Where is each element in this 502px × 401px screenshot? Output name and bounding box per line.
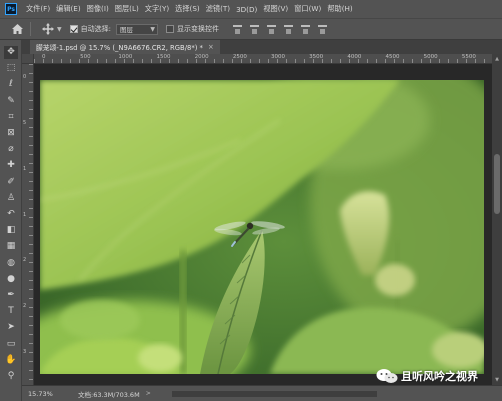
document-canvas-image[interactable] [40, 80, 484, 374]
crop-tool-icon[interactable]: ⌗ [4, 111, 18, 124]
ruler-label: 2000 [194, 54, 209, 60]
brush-tool-icon[interactable]: ✐ [4, 176, 18, 189]
chevron-down-icon[interactable]: ▼ [57, 26, 62, 33]
marquee-tool-icon[interactable]: ⬚ [4, 62, 18, 75]
move-tool-icon[interactable]: ✥ [4, 46, 18, 59]
status-menu-arrow[interactable]: > [146, 390, 151, 397]
align-bottom-icon[interactable] [265, 23, 278, 35]
dodge-tool-icon[interactable]: ● [4, 273, 18, 286]
ruler-top[interactable]: 0 500 1000 1500 2000 2500 3000 3500 4000 4500 5000… [34, 54, 492, 64]
rectangle-tool-icon[interactable]: ▭ [4, 338, 18, 351]
menu-image[interactable]: 图像(I) [84, 4, 112, 14]
auto-select-label: 自动选择: [80, 25, 111, 33]
ruler-label: 0 [42, 54, 46, 60]
menu-bar: Ps 文件(F) 编辑(E) 图像(I) 图层(L) 文字(Y) 选择(S) 滤… [0, 0, 502, 18]
align-horizontal-center-icon[interactable] [299, 23, 312, 35]
menu-type[interactable]: 文字(Y) [142, 4, 172, 14]
menu-filter[interactable]: 滤镜(T) [203, 4, 233, 14]
move-tool-preset-icon[interactable] [41, 22, 55, 36]
scroll-up-icon[interactable]: ▲ [494, 56, 500, 62]
divider [30, 22, 31, 36]
align-left-icon[interactable] [282, 23, 295, 35]
watermark: 且听风吟之视界 [376, 368, 478, 384]
show-transform-checkbox[interactable] [165, 25, 174, 33]
frame-tool-icon[interactable]: ⊠ [4, 127, 18, 140]
ruler-label: 1500 [156, 54, 171, 60]
align-right-icon[interactable] [316, 23, 329, 35]
ruler-label: 3500 [309, 54, 324, 60]
menu-edit[interactable]: 编辑(E) [53, 4, 84, 14]
wechat-logo-icon [376, 369, 398, 383]
zoom-tool-icon[interactable]: ⚲ [4, 370, 18, 383]
ruler-label: 2500 [232, 54, 247, 60]
close-icon[interactable]: × [208, 43, 214, 51]
ruler-label: 4500 [385, 54, 400, 60]
ruler-label: 1 [23, 211, 27, 218]
ruler-label: 0 [23, 74, 27, 80]
photoshop-logo: Ps [5, 3, 17, 15]
ruler-label: 3 [23, 349, 27, 356]
options-bar: ▼ 自动选择: 图层 ▼ 显示变换控件 [0, 18, 502, 40]
document-tab-title: 朦茏颂-1.psd @ 15.7% (_N9A6676.CR2, RGB/8*)… [36, 44, 203, 52]
clone-stamp-tool-icon[interactable]: ♙ [4, 192, 18, 205]
pen-tool-icon[interactable]: ✒ [4, 289, 18, 302]
ruler-label: 5 [23, 119, 27, 126]
ruler-label: 500 [80, 54, 91, 60]
align-top-icon[interactable] [231, 23, 244, 35]
menu-select[interactable]: 选择(S) [172, 4, 203, 14]
ruler-corner[interactable] [22, 54, 34, 64]
blur-tool-icon[interactable]: ◍ [4, 257, 18, 270]
menu-file[interactable]: 文件(F) [23, 4, 53, 14]
auto-select-checkbox[interactable] [69, 25, 78, 33]
menu-help[interactable]: 帮助(H) [324, 4, 355, 14]
healing-brush-tool-icon[interactable]: ✚ [4, 159, 18, 172]
ruler-label: 1 [23, 165, 27, 172]
quick-select-tool-icon[interactable]: ✎ [4, 95, 18, 108]
ruler-label: 5500 [461, 54, 476, 60]
home-icon[interactable] [10, 22, 24, 36]
ruler-left[interactable]: 0 5 1 1 2 2 3 [22, 64, 34, 385]
scroll-down-icon[interactable]: ▼ [494, 377, 500, 383]
align-buttons [229, 23, 331, 35]
lasso-tool-icon[interactable]: ℓ [4, 78, 18, 91]
gradient-tool-icon[interactable]: ▦ [4, 240, 18, 253]
auto-select-target-value: 图层 [119, 26, 133, 34]
menu-window[interactable]: 窗口(W) [291, 4, 324, 14]
show-transform-label: 显示变换控件 [176, 25, 219, 33]
hand-tool-icon[interactable]: ✋ [4, 354, 18, 367]
ruler-label: 2 [23, 303, 27, 310]
history-brush-tool-icon[interactable]: ↶ [4, 208, 18, 221]
ruler-label: 1000 [118, 54, 133, 60]
eraser-tool-icon[interactable]: ◧ [4, 224, 18, 237]
menu-layer[interactable]: 图层(L) [112, 4, 142, 14]
zoom-level[interactable]: 15.73% [28, 390, 68, 398]
chevron-down-icon: ▼ [150, 25, 155, 33]
auto-select-target-dropdown[interactable]: 图层 ▼ [115, 23, 158, 35]
scrollbar-thumb[interactable] [494, 154, 500, 214]
eyedropper-tool-icon[interactable]: ⌀ [4, 143, 18, 156]
ruler-label: 3000 [271, 54, 285, 60]
canvas-workspace[interactable] [34, 64, 492, 385]
document-info[interactable]: 文档:63.3M/703.6M [78, 389, 140, 399]
watermark-text: 且听风吟之视界 [401, 370, 478, 383]
status-bar: 15.73% 文档:63.3M/703.6M > [22, 385, 502, 401]
document-tab[interactable]: 朦茏颂-1.psd @ 15.7% (_N9A6676.CR2, RGB/8*)… [30, 40, 220, 54]
align-vertical-center-icon[interactable] [248, 23, 261, 35]
lotus-dragonfly-photo [40, 80, 484, 374]
menu-view[interactable]: 视图(V) [260, 4, 291, 14]
ruler-label: 2 [23, 257, 27, 264]
vertical-scrollbar[interactable]: ▲ ▼ [492, 54, 502, 385]
ruler-label: 4000 [347, 54, 362, 60]
horizontal-scrollbar[interactable] [172, 391, 377, 397]
ruler-ticks [29, 64, 33, 385]
menu-3d[interactable]: 3D(D) [233, 5, 260, 14]
document-tab-bar: 朦茏颂-1.psd @ 15.7% (_N9A6676.CR2, RGB/8*)… [22, 40, 502, 54]
ruler-label: 5000 [423, 54, 438, 60]
type-tool-icon[interactable]: T [4, 305, 18, 318]
path-select-tool-icon[interactable]: ➤ [4, 321, 18, 334]
tools-panel: ✥ ⬚ ℓ ✎ ⌗ ⊠ ⌀ ✚ ✐ ♙ ↶ ◧ ▦ ◍ ● ✒ T ➤ ▭ ✋ ⚲ [0, 40, 22, 401]
